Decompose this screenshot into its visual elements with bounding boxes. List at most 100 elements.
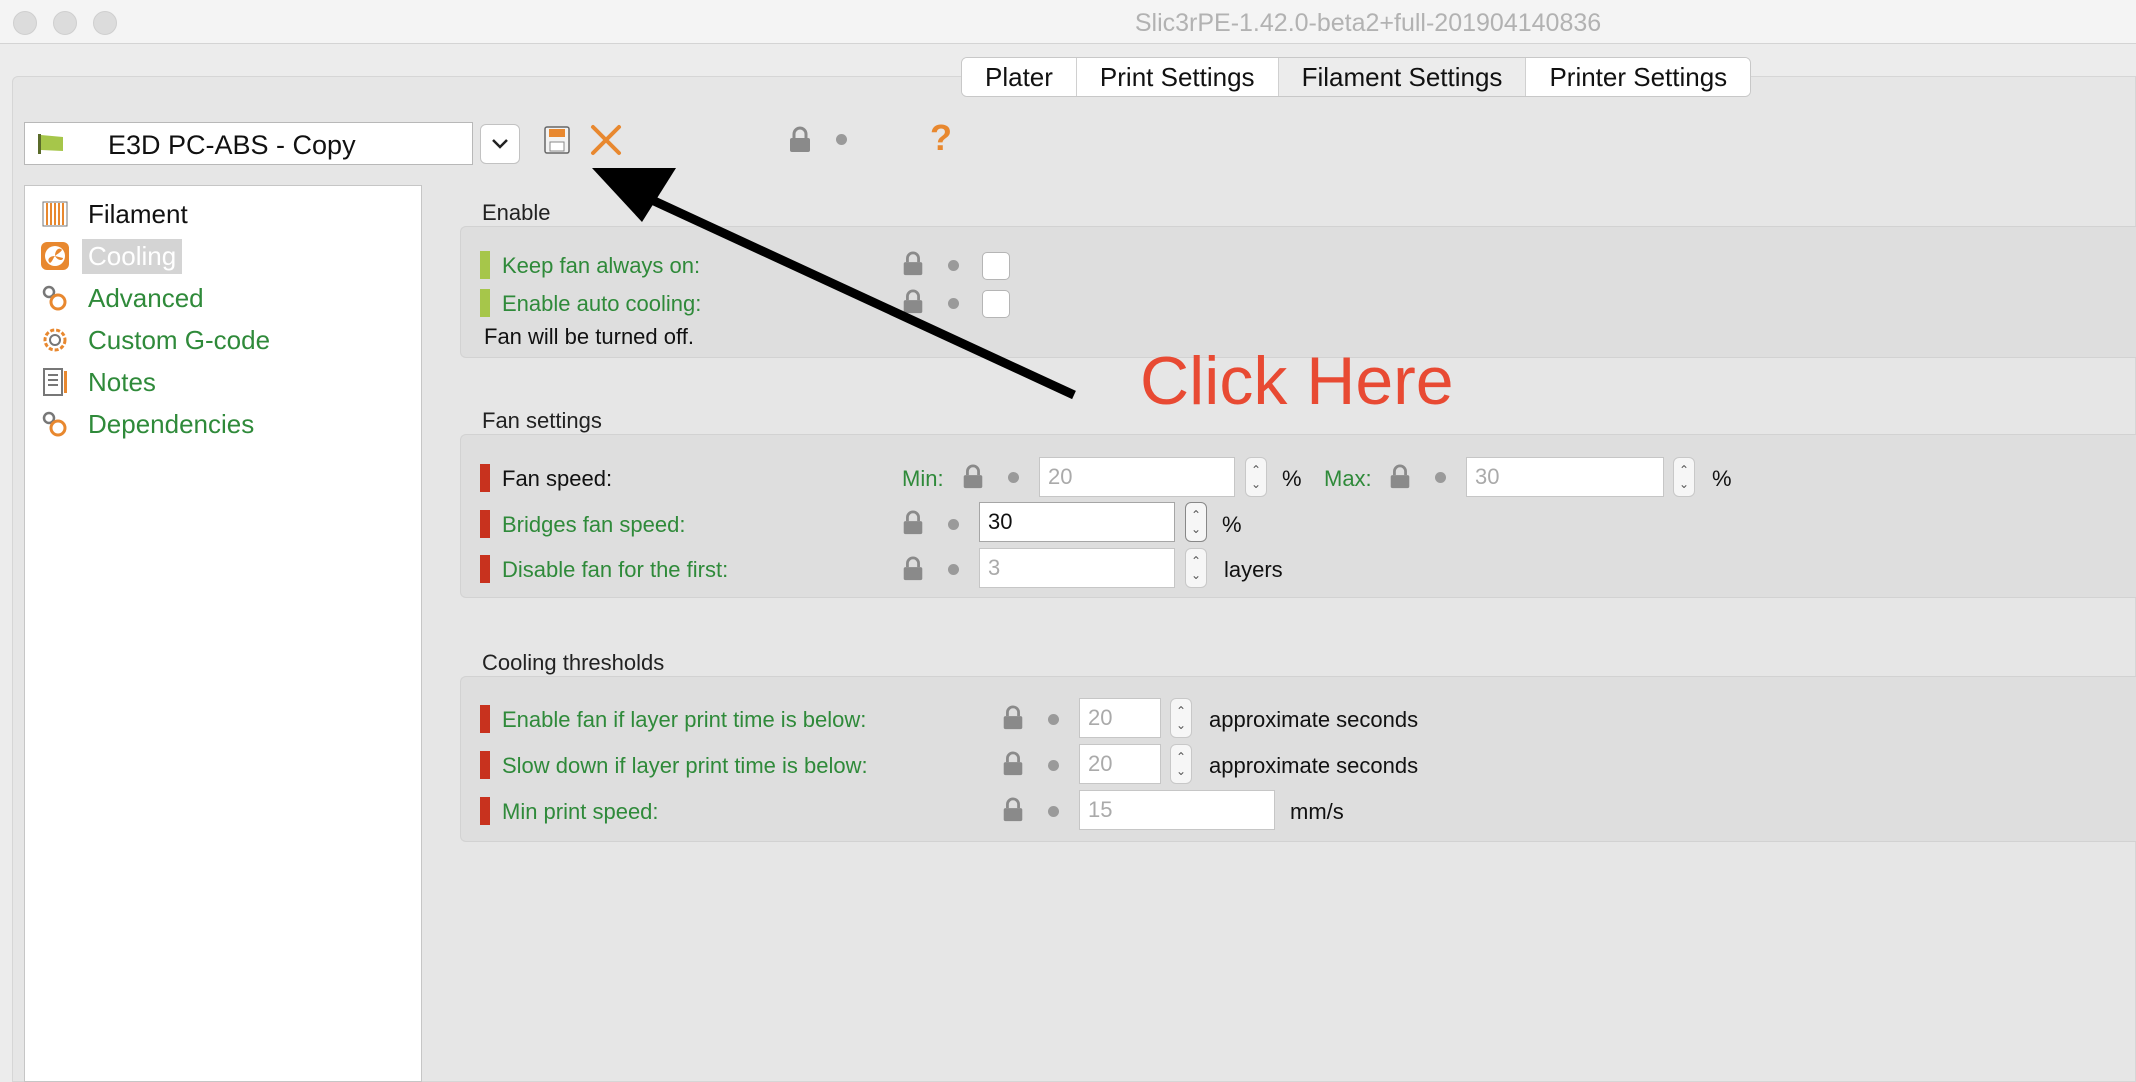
min-fan-speed-stepper[interactable]: ⌃ ⌄: [1245, 457, 1267, 497]
sidebar-item-cooling[interactable]: Cooling: [40, 238, 183, 274]
category-tree: [24, 185, 422, 1082]
sidebar-item-custom-g-code[interactable]: Custom G-code: [40, 322, 276, 358]
tab-print-settings[interactable]: Print Settings: [1076, 58, 1279, 96]
tab-bar: Plater Print Settings Filament Settings …: [961, 57, 1752, 97]
bridges-fan-speed-label: Bridges fan speed:: [502, 512, 686, 537]
fan-speed-label: Fan speed:: [502, 466, 613, 491]
section-title-fan-settings: Fan settings: [482, 408, 602, 433]
help-icon[interactable]: ?: [930, 117, 952, 159]
sidebar-item-label: Dependencies: [88, 408, 255, 439]
status-indicator: [480, 251, 490, 279]
max-label: Max:: [1324, 466, 1372, 491]
sidebar-item-label: Filament: [88, 198, 188, 229]
gears-icon: [42, 411, 67, 437]
layers-unit: layers: [1224, 557, 1283, 582]
auto-cooling-checkbox[interactable]: [982, 290, 1010, 318]
lock-icon[interactable]: [1001, 751, 1025, 777]
gears-icon: [42, 285, 67, 311]
percent-unit: %: [1712, 466, 1732, 491]
enable-fan-threshold-label: Enable fan if layer print time is below:: [502, 707, 867, 732]
sidebar-item-label: Cooling: [82, 238, 183, 274]
status-indicator: [480, 705, 490, 733]
status-indicator: [480, 555, 490, 583]
bullet-dot-icon: [1008, 472, 1019, 483]
bullet-dot-icon: [1048, 714, 1059, 725]
lock-icon[interactable]: [901, 251, 925, 277]
enable-group: [460, 226, 2136, 358]
notes-icon: [43, 368, 67, 396]
mms-unit: mm/s: [1290, 799, 1344, 824]
tab-printer-settings[interactable]: Printer Settings: [1526, 58, 1751, 96]
section-title-enable: Enable: [482, 200, 551, 225]
bullet-dot-icon: [948, 519, 959, 530]
enable-fan-threshold-input[interactable]: 20: [1079, 698, 1161, 738]
bridges-fan-speed-stepper[interactable]: ⌃ ⌄: [1185, 502, 1207, 542]
disable-fan-label: Disable fan for the first:: [502, 557, 729, 582]
lock-icon[interactable]: [901, 289, 925, 315]
max-fan-speed-input[interactable]: 30: [1466, 457, 1664, 497]
percent-unit: %: [1282, 466, 1302, 491]
fan-status-note: Fan will be turned off.: [484, 324, 694, 349]
seconds-unit: approximate seconds: [1209, 753, 1419, 778]
lock-icon[interactable]: [961, 464, 985, 490]
seconds-unit: approximate seconds: [1209, 707, 1419, 732]
preset-dropdown-button[interactable]: [480, 124, 520, 164]
status-indicator: [480, 289, 490, 317]
min-print-speed-label: Min print speed:: [502, 799, 659, 824]
lock-icon[interactable]: [901, 510, 925, 536]
title-bar: Slic3rPE-1.42.0-beta2+full-201904140836: [0, 0, 2136, 44]
sidebar-item-label: Custom G-code: [88, 324, 271, 355]
annotation-text: Click Here: [1140, 343, 1454, 419]
disable-fan-layers-input[interactable]: 3: [979, 548, 1175, 588]
disable-fan-layers-stepper[interactable]: ⌃ ⌄: [1185, 548, 1207, 588]
status-indicator: [480, 510, 490, 538]
bridges-fan-speed-input[interactable]: 30: [979, 502, 1175, 542]
status-indicator: [480, 797, 490, 825]
preset-selector[interactable]: E3D PC-ABS - Copy: [24, 122, 473, 165]
delete-preset-icon[interactable]: [589, 122, 623, 158]
sidebar-item-label: Advanced: [88, 282, 204, 313]
chevron-down-icon: [492, 139, 508, 149]
status-indicator: [480, 464, 490, 492]
lock-icon[interactable]: [1001, 797, 1025, 823]
percent-unit: %: [1222, 512, 1242, 537]
slow-down-threshold-input[interactable]: 20: [1079, 744, 1161, 784]
sidebar-item-advanced[interactable]: Advanced: [40, 280, 210, 316]
cooling-fan-icon: [41, 242, 69, 270]
gear-icon: [43, 328, 67, 352]
lock-icon[interactable]: [788, 126, 812, 154]
keep-fan-label: Keep fan always on:: [502, 253, 701, 278]
sidebar-item-label: Notes: [88, 366, 156, 397]
window-title: Slic3rPE-1.42.0-beta2+full-201904140836: [1134, 9, 1602, 37]
section-title-cooling-thresholds: Cooling thresholds: [482, 650, 665, 675]
min-label: Min:: [902, 466, 944, 491]
bullet-dot-icon: [1435, 472, 1446, 483]
slow-down-threshold-stepper[interactable]: ⌃ ⌄: [1170, 744, 1192, 784]
tab-plater[interactable]: Plater: [962, 58, 1077, 96]
lock-icon[interactable]: [1388, 464, 1412, 490]
lock-icon[interactable]: [1001, 705, 1025, 731]
bullet-dot-icon: [836, 134, 847, 145]
flag-icon: [38, 134, 63, 154]
sidebar-item-notes[interactable]: Notes: [40, 364, 162, 400]
save-preset-icon[interactable]: [544, 126, 570, 154]
sidebar-item-filament[interactable]: Filament: [40, 196, 194, 232]
tab-filament-settings[interactable]: Filament Settings: [1278, 58, 1527, 96]
sidebar-item-dependencies[interactable]: Dependencies: [40, 406, 260, 442]
bullet-dot-icon: [1048, 806, 1059, 817]
keep-fan-checkbox[interactable]: [982, 252, 1010, 280]
bullet-dot-icon: [1048, 760, 1059, 771]
bullet-dot-icon: [948, 260, 959, 271]
filament-icon: [42, 201, 68, 227]
status-indicator: [480, 751, 490, 779]
slow-down-threshold-label: Slow down if layer print time is below:: [502, 753, 868, 778]
min-print-speed-input[interactable]: 15: [1079, 790, 1275, 830]
preset-name: E3D PC-ABS - Copy: [108, 130, 356, 160]
bullet-dot-icon: [948, 564, 959, 575]
enable-fan-threshold-stepper[interactable]: ⌃ ⌄: [1170, 698, 1192, 738]
auto-cooling-label: Enable auto cooling:: [502, 291, 702, 316]
lock-icon[interactable]: [901, 556, 925, 582]
bullet-dot-icon: [948, 298, 959, 309]
max-fan-speed-stepper[interactable]: ⌃ ⌄: [1673, 457, 1695, 497]
min-fan-speed-input[interactable]: 20: [1039, 457, 1235, 497]
